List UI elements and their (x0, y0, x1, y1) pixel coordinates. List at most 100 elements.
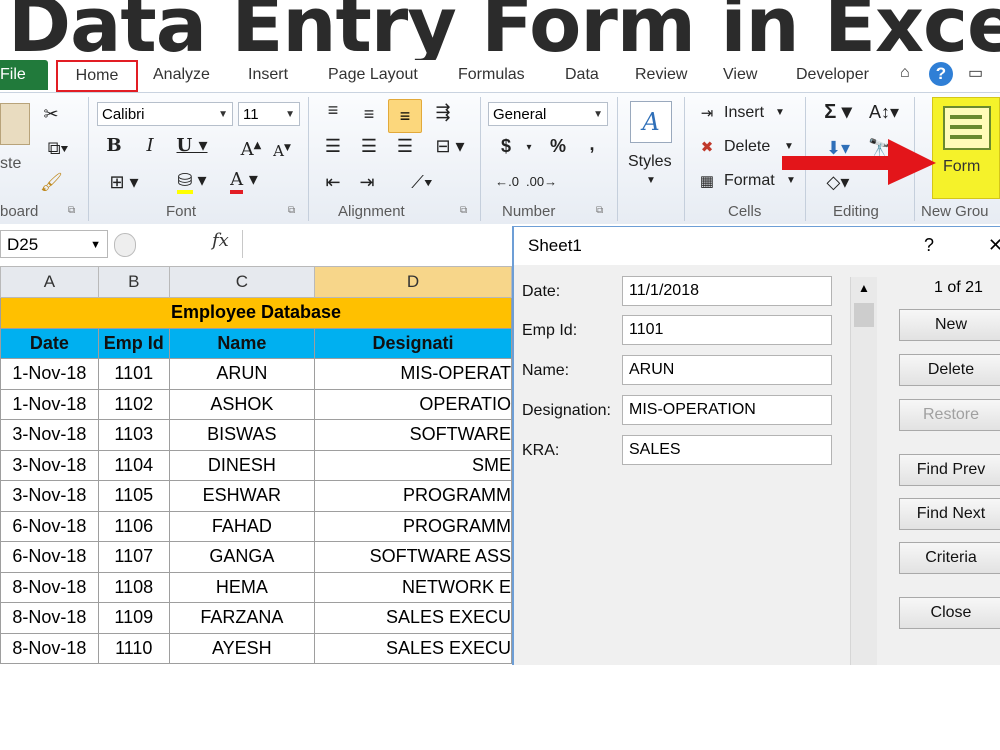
align-bottom-icon[interactable]: ≡ (388, 99, 422, 133)
styles-icon[interactable]: A (630, 101, 672, 143)
cell-designation[interactable]: SOFTWARE ASS (314, 541, 512, 573)
increase-decimal-icon[interactable]: ←.0 (492, 171, 522, 193)
tab-page-layout[interactable]: Page Layout (328, 66, 418, 84)
cell-designation[interactable]: OPERATIO (314, 388, 512, 420)
cell-name[interactable]: FAHAD (168, 510, 316, 542)
borders-icon[interactable]: ⊞ ▾ (104, 171, 144, 193)
dialog-help-icon[interactable]: ? (924, 235, 934, 256)
cell-designation[interactable]: PROGRAMM (314, 510, 512, 542)
form-button[interactable]: Form (932, 97, 1000, 199)
column-header-c[interactable]: C (168, 266, 316, 298)
tab-file[interactable]: File (0, 60, 48, 90)
font-name-combo[interactable]: Calibri ▼ (97, 102, 233, 126)
cell-emp-id[interactable]: 1110 (97, 632, 170, 664)
merge-center-icon[interactable]: ⊟ ▾ (428, 135, 472, 157)
cell-date[interactable]: 6-Nov-18 (0, 541, 99, 573)
column-header-d[interactable]: D (314, 266, 512, 298)
font-size-combo[interactable]: 11 ▼ (238, 102, 300, 126)
number-format-combo[interactable]: General ▼ (488, 102, 608, 126)
wrap-text-icon[interactable]: ⇶ (430, 101, 456, 123)
designation-field[interactable]: MIS-OPERATION (622, 395, 832, 425)
cell-emp-id[interactable]: 1102 (97, 388, 170, 420)
cut-icon[interactable]: ✂ (40, 103, 62, 125)
format-cells-icon[interactable]: ▦ (694, 171, 720, 193)
cell-designation[interactable]: SALES EXECU (314, 632, 512, 664)
cell-date[interactable]: 8-Nov-18 (0, 632, 99, 664)
insert-dropdown-icon[interactable]: ▼ (775, 107, 785, 118)
insert-function-icon[interactable]: fx (212, 230, 229, 251)
cell-name[interactable]: HEMA (168, 571, 316, 603)
insert-cells-button[interactable]: Insert (724, 104, 764, 122)
cell-designation[interactable]: SOFTWARE (314, 419, 512, 451)
align-left-icon[interactable]: ☰ (320, 135, 346, 157)
cell-designation[interactable]: PROGRAMM (314, 480, 512, 512)
cell-designation[interactable]: MIS-OPERAT (314, 358, 512, 390)
new-record-button[interactable]: New (899, 309, 1000, 341)
column-header-b[interactable]: B (97, 266, 170, 298)
tab-review[interactable]: Review (635, 66, 687, 84)
cell-date[interactable]: 8-Nov-18 (0, 571, 99, 603)
font-launcher-icon[interactable]: ⧉ (288, 205, 295, 216)
name-box[interactable]: D25 ▼ (0, 230, 108, 258)
grow-font-icon[interactable]: A▲ (236, 135, 266, 161)
cell-date[interactable]: 3-Nov-18 (0, 480, 99, 512)
increase-indent-icon[interactable]: ⇥ (354, 171, 380, 193)
dialog-close-icon[interactable]: ✕ (988, 235, 1000, 256)
header-cell-designation[interactable]: Designati (314, 327, 512, 359)
delete-record-button[interactable]: Delete (899, 354, 1000, 386)
cell-name[interactable]: AYESH (168, 632, 316, 664)
tab-analyze[interactable]: Analyze (153, 66, 210, 84)
header-cell-emp-id[interactable]: Emp Id (97, 327, 170, 359)
column-header-a[interactable]: A (0, 266, 99, 298)
decrease-indent-icon[interactable]: ⇤ (320, 171, 346, 193)
copy-icon[interactable]: ⧉▾ (40, 137, 76, 159)
close-button[interactable]: Close (899, 597, 1000, 629)
cell-emp-id[interactable]: 1104 (97, 449, 170, 481)
font-color-icon[interactable]: A ▾ (222, 169, 266, 194)
kra-field[interactable]: SALES (622, 435, 832, 465)
restore-button[interactable]: Restore (899, 399, 1000, 431)
date-field[interactable]: 11/1/2018 (622, 276, 832, 306)
align-center-icon[interactable]: ☰ (356, 135, 382, 157)
emp-id-field[interactable]: 1101 (622, 315, 832, 345)
delete-cells-button[interactable]: Delete (724, 138, 770, 156)
cell-emp-id[interactable]: 1106 (97, 510, 170, 542)
currency-dropdown-icon[interactable]: ▾ (522, 137, 536, 159)
cell-emp-id[interactable]: 1101 (97, 358, 170, 390)
number-launcher-icon[interactable]: ⧉ (596, 205, 603, 216)
find-next-button[interactable]: Find Next (899, 498, 1000, 530)
format-painter-icon[interactable]: 🖌 (40, 171, 63, 193)
window-minimize-icon[interactable]: ▭ (968, 63, 983, 83)
cell-name[interactable]: FARZANA (168, 602, 316, 634)
tab-view[interactable]: View (723, 66, 757, 84)
cell-date[interactable]: 1-Nov-18 (0, 358, 99, 390)
criteria-button[interactable]: Criteria (899, 542, 1000, 574)
decrease-decimal-icon[interactable]: .00→ (526, 171, 557, 193)
paste-icon[interactable] (0, 103, 30, 145)
cell-emp-id[interactable]: 1105 (97, 480, 170, 512)
cell-name[interactable]: DINESH (168, 449, 316, 481)
align-middle-icon[interactable]: ≡ (356, 103, 382, 125)
cell-emp-id[interactable]: 1103 (97, 419, 170, 451)
name-field[interactable]: ARUN (622, 355, 832, 385)
cell-emp-id[interactable]: 1107 (97, 541, 170, 573)
format-cells-button[interactable]: Format (724, 172, 775, 190)
italic-icon[interactable]: I (140, 135, 160, 157)
record-scrollbar[interactable]: ▲ (850, 277, 877, 665)
align-right-icon[interactable]: ☰ (392, 135, 418, 157)
scroll-thumb[interactable] (854, 303, 874, 327)
alignment-launcher-icon[interactable]: ⧉ (460, 205, 467, 216)
cell-name[interactable]: GANGA (168, 541, 316, 573)
sort-filter-icon[interactable]: A↕▾ (864, 101, 904, 123)
help-icon[interactable]: ? (929, 62, 953, 86)
cell-name[interactable]: ASHOK (168, 388, 316, 420)
insert-cells-icon[interactable]: ⇥ (694, 103, 720, 125)
cell-emp-id[interactable]: 1108 (97, 571, 170, 603)
delete-cells-icon[interactable]: ✖ (694, 137, 720, 159)
fill-color-icon[interactable]: ⛁ ▾ (170, 169, 214, 194)
cell-name[interactable]: BISWAS (168, 419, 316, 451)
tab-insert[interactable]: Insert (248, 66, 288, 84)
align-top-icon[interactable]: ≡ (320, 99, 346, 121)
cell-date[interactable]: 8-Nov-18 (0, 602, 99, 634)
styles-dropdown-icon[interactable]: ▼ (646, 175, 656, 186)
